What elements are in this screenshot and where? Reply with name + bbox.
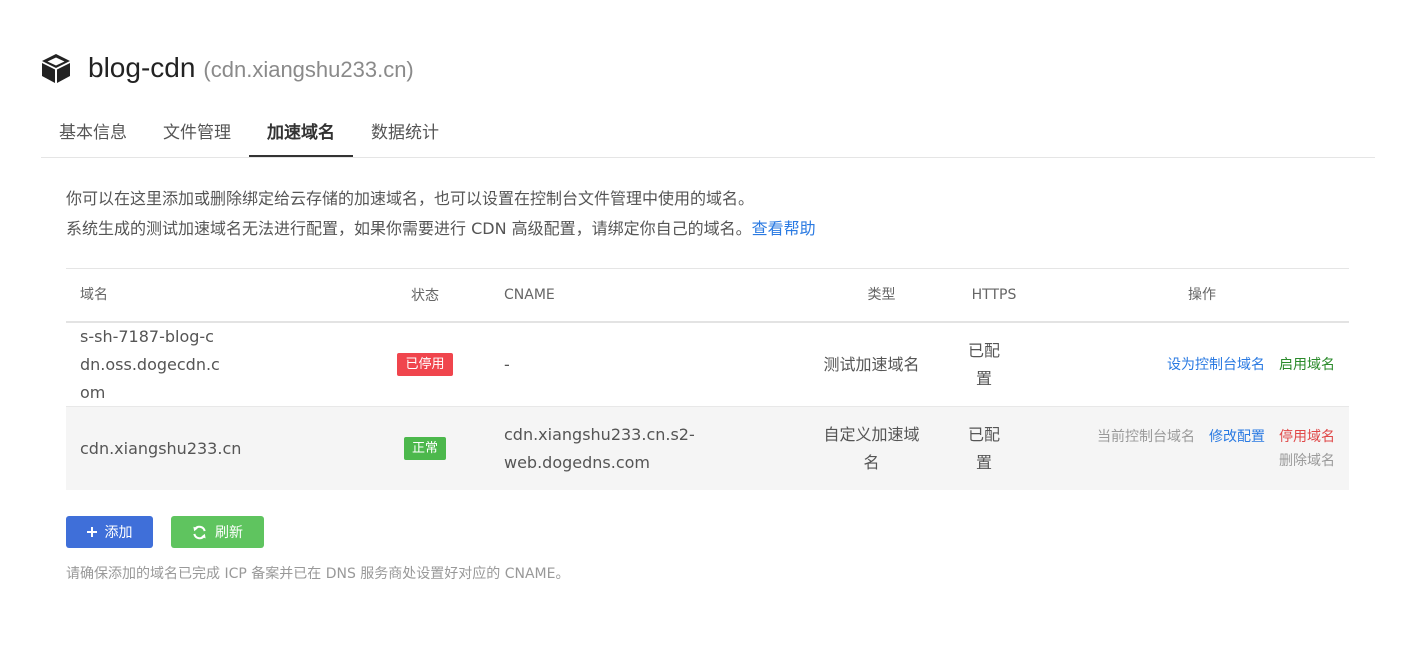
row-https-text: 已配置	[967, 424, 1000, 472]
add-button-label: 添加	[104, 525, 133, 541]
header-cname: CNAME	[504, 287, 555, 303]
status-badge: 正常	[403, 437, 446, 460]
row-https: 已配置	[949, 337, 1019, 393]
description-line-1: 你可以在这里添加或删除绑定给云存储的加速域名，也可以设置在控制台文件管理中使用的…	[66, 189, 755, 208]
icp-note: 请确保添加的域名已完成 ICP 备案并已在 DNS 服务商处设置好对应的 CNA…	[66, 566, 570, 582]
enable-domain-link[interactable]: 启用域名	[1279, 357, 1335, 373]
row-domain-text: s-sh-7187-blog-cdn.oss.dogecdn.com	[80, 326, 220, 402]
table-row: s-sh-7187-blog-cdn.oss.dogecdn.com 已停用 -…	[66, 323, 1349, 406]
header-https: HTTPS	[971, 287, 1017, 303]
tab-acceleration-domains[interactable]: 加速域名	[249, 112, 353, 157]
row-https: 已配置	[949, 421, 1019, 477]
row-status: 正常	[356, 437, 494, 460]
page-subtitle: (cdn.xiangshu233.cn)	[203, 57, 414, 82]
row-type: 测试加速域名	[794, 351, 949, 379]
row-ops: 设为控制台域名 启用域名	[1019, 353, 1349, 377]
page-header: blog-cdn (cdn.xiangshu233.cn)	[40, 46, 414, 90]
row-type-text: 测试加速域名	[823, 354, 920, 374]
refresh-icon	[192, 525, 207, 540]
disable-domain-link[interactable]: 停用域名	[1279, 429, 1335, 445]
description-line-2-text: 系统生成的测试加速域名无法进行配置，如果你需要进行 CDN 高级配置，请绑定你自…	[66, 219, 752, 238]
status-badge: 已停用	[397, 353, 453, 376]
row-ops: 当前控制台域名 修改配置 停用域名 删除域名	[1019, 425, 1349, 473]
current-console-domain-label: 当前控制台域名	[1097, 428, 1195, 445]
page: blog-cdn (cdn.xiangshu233.cn) 基本信息 文件管理 …	[0, 0, 1415, 659]
box-icon	[40, 52, 72, 84]
domains-table: 域名 状态 CNAME 类型 HTTPS 操作 s-sh-7187-blog-c…	[66, 268, 1349, 490]
row-cname: -	[504, 354, 510, 374]
row-domain: cdn.xiangshu233.cn	[80, 438, 242, 458]
refresh-button-label: 刷新	[215, 525, 243, 541]
header-ops: 操作	[1188, 287, 1216, 303]
add-button[interactable]: 添加	[66, 516, 153, 548]
row-domain: s-sh-7187-blog-cdn.oss.dogecdn.com	[66, 323, 356, 407]
row-type: 自定义加速域名	[794, 421, 949, 477]
row-status: 已停用	[356, 353, 494, 376]
edit-config-link[interactable]: 修改配置	[1209, 429, 1265, 445]
row-type-text: 自定义加速域名	[823, 424, 920, 472]
refresh-button[interactable]: 刷新	[171, 516, 264, 548]
ops-line-2: 删除域名	[1019, 449, 1335, 473]
page-title: blog-cdn	[88, 52, 196, 83]
header-status: 状态	[411, 288, 439, 304]
set-console-domain-link[interactable]: 设为控制台域名	[1167, 357, 1265, 373]
tab-data-statistics[interactable]: 数据统计	[353, 112, 457, 156]
help-link[interactable]: 查看帮助	[752, 219, 816, 238]
description: 你可以在这里添加或删除绑定给云存储的加速域名，也可以设置在控制台文件管理中使用的…	[66, 184, 816, 244]
description-line-2: 系统生成的测试加速域名无法进行配置，如果你需要进行 CDN 高级配置，请绑定你自…	[66, 214, 816, 244]
tab-file-management[interactable]: 文件管理	[145, 112, 249, 156]
table-header: 域名 状态 CNAME 类型 HTTPS 操作	[66, 269, 1349, 323]
plus-icon	[86, 527, 97, 537]
header-type: 类型	[867, 287, 896, 303]
row-cname: cdn.xiangshu233.cn.s2-web.dogedns.com	[494, 421, 794, 477]
header-domain: 域名	[80, 287, 108, 303]
ops-line-1: 当前控制台域名 修改配置 停用域名	[1019, 425, 1335, 449]
tab-bar: 基本信息 文件管理 加速域名 数据统计	[41, 112, 1375, 158]
table-row: cdn.xiangshu233.cn 正常 cdn.xiangshu233.cn…	[66, 406, 1349, 490]
row-https-text: 已配置	[967, 340, 1000, 388]
delete-domain-link[interactable]: 删除域名	[1279, 453, 1335, 469]
tab-basic-info[interactable]: 基本信息	[41, 112, 145, 156]
row-cname-text: cdn.xiangshu233.cn.s2-web.dogedns.com	[504, 424, 695, 472]
